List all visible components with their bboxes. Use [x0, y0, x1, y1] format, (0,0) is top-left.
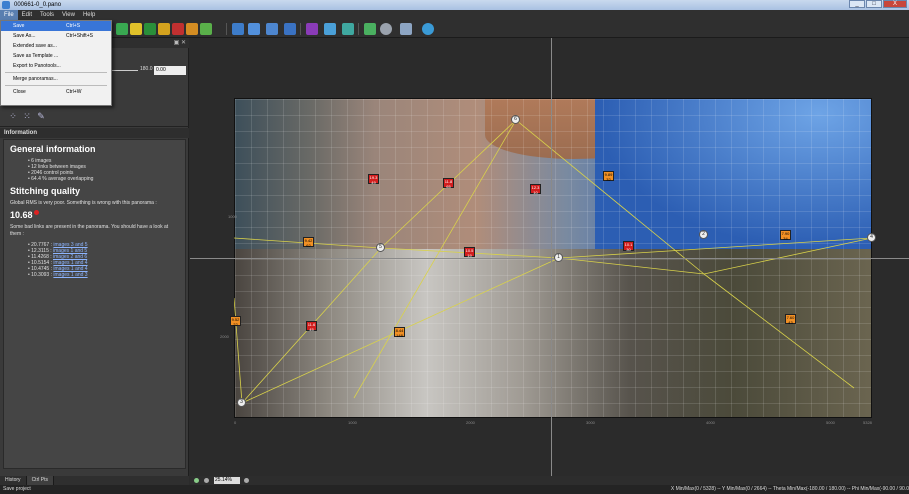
slider-value: 180.0: [140, 66, 153, 72]
link-label[interactable]: 9.52 22: [230, 316, 241, 327]
title-bar: 000661-0_0.pano _ □ X: [0, 0, 909, 10]
x-axis-label: 5328: [863, 420, 872, 425]
vertical-icon[interactable]: [186, 23, 198, 35]
zoom-out-icon[interactable]: [204, 478, 209, 483]
preview-icon[interactable]: [306, 23, 318, 35]
wrench-icon[interactable]: [400, 23, 412, 35]
globe-icon[interactable]: [284, 23, 296, 35]
zoom-input[interactable]: 25.14%: [214, 477, 240, 484]
menu-tools[interactable]: Tools: [36, 10, 58, 20]
expand-icon[interactable]: [248, 23, 260, 35]
list-item: 10.3093 : images 1 and 3: [28, 272, 179, 278]
link-label[interactable]: 12.3 10: [530, 184, 541, 195]
maximize-button[interactable]: □: [866, 0, 882, 8]
wrench-icon[interactable]: ✎: [36, 111, 46, 121]
stitch-title: Stitching quality: [10, 186, 81, 196]
straighten-icon[interactable]: [172, 23, 184, 35]
general-title: General information: [10, 144, 96, 154]
control-point[interactable]: 6: [511, 115, 520, 124]
control-point[interactable]: 4: [867, 233, 876, 242]
status-text: Save project: [3, 486, 31, 492]
status-bar: Save project X Min/Max(0 / 5328) -- Y Mi…: [0, 485, 909, 494]
slider-input[interactable]: 0.00: [154, 66, 186, 75]
horizontal-icon[interactable]: [200, 23, 212, 35]
menu-view[interactable]: View: [58, 10, 79, 20]
x-axis-label: 4000: [706, 420, 715, 425]
file-menu-dropdown: Save Ctrl+S Save As... Ctrl+Shift+S Extend…: [0, 20, 112, 106]
layers-icon[interactable]: [342, 23, 354, 35]
control-point[interactable]: 3: [237, 398, 246, 407]
link-label[interactable]: 7.90 34: [780, 230, 791, 241]
panorama-canvas[interactable]: 1000 2000 0 1000 2000 3000 4000 5000 532…: [190, 38, 909, 476]
menu-file[interactable]: File: [0, 10, 18, 20]
link-label[interactable]: 9.42 62: [303, 237, 314, 248]
menu-item-extended-save-as[interactable]: Extended save as...: [1, 41, 111, 51]
general-list: 6 images 12 links between images 2046 co…: [28, 158, 179, 182]
tab-ctrl-pts[interactable]: Ctrl Pts: [26, 476, 54, 485]
zoom-in-icon[interactable]: [244, 478, 249, 483]
rms-value: 10.68: [10, 210, 33, 220]
x-axis-label: 5000: [826, 420, 835, 425]
menu-item-save[interactable]: Save Ctrl+S: [1, 21, 111, 31]
menu-bar: File Edit Tools View Help: [0, 10, 909, 20]
color-icon[interactable]: [324, 23, 336, 35]
menu-item-export-panotools[interactable]: Export to Panotools...: [1, 61, 111, 71]
info-box: General information 6 images 12 links be…: [3, 139, 186, 469]
link-label[interactable]: 9.89 32: [603, 171, 614, 182]
x-axis-label: 2000: [466, 420, 475, 425]
link-label[interactable]: 19.3 49: [368, 174, 379, 185]
align-icon[interactable]: ⁙: [22, 111, 32, 121]
crop-icon[interactable]: [130, 23, 142, 35]
select-icon[interactable]: [232, 23, 244, 35]
x-axis-label: 0: [234, 420, 237, 425]
link-label[interactable]: 7.60 43: [785, 314, 796, 325]
minimize-button[interactable]: _: [849, 0, 865, 8]
close-button[interactable]: X: [883, 0, 907, 8]
control-point[interactable]: 2: [699, 230, 708, 239]
window-title: 000661-0_0.pano: [14, 2, 62, 8]
zoom-icon[interactable]: [364, 23, 376, 35]
fov-slider[interactable]: 180.0 0.00: [112, 66, 187, 75]
control-point[interactable]: 1: [554, 253, 563, 262]
zoom-bar: 25.14%: [190, 476, 909, 485]
y-axis-label: 2000: [220, 334, 229, 339]
toolbar: [0, 20, 909, 38]
zoom-fit-icon[interactable]: [194, 478, 199, 483]
menu-item-save-as-template[interactable]: Save as Template ...: [1, 51, 111, 61]
link-images[interactable]: images 1 and 3: [53, 272, 87, 278]
coords-readout: X Min/Max(0 / 5328) -- Y Min/Max(0 / 266…: [670, 486, 909, 492]
x-axis-label: 3000: [586, 420, 595, 425]
link-label[interactable]: 10.5 19: [464, 247, 475, 258]
menu-help[interactable]: Help: [79, 10, 99, 20]
link-label[interactable]: 8.44 148: [394, 327, 405, 338]
bad-links-text: Some bad links are present in the panora…: [10, 224, 169, 237]
fit-icon[interactable]: [158, 23, 170, 35]
y-axis-label: 1000: [228, 214, 237, 219]
link-label[interactable]: 10.1 30: [623, 241, 634, 252]
info-header: Information: [0, 128, 189, 138]
bottom-tabs: History Ctrl Pts: [0, 476, 189, 485]
control-point[interactable]: 5: [376, 243, 385, 252]
app-icon: [2, 1, 10, 9]
link-label[interactable]: 11.6 45: [306, 321, 317, 332]
bad-links-list: 20.7767 : images 3 and 5 12.3115 : image…: [28, 242, 179, 278]
optimize-icon[interactable]: ⁘: [8, 111, 18, 121]
menu-item-save-as[interactable]: Save As... Ctrl+Shift+S: [1, 31, 111, 41]
fullscreen-icon[interactable]: [266, 23, 278, 35]
rms-text: Global RMS is very poor. Something is wr…: [10, 200, 157, 206]
menu-edit[interactable]: Edit: [18, 10, 36, 20]
x-axis-label: 1000: [348, 420, 357, 425]
help-icon[interactable]: [422, 23, 434, 35]
list-item: 64.4 % average overlapping: [28, 176, 179, 182]
center-icon[interactable]: [144, 23, 156, 35]
link-label[interactable]: 11.8 65: [443, 178, 454, 189]
warning-icon: [33, 210, 39, 215]
menu-item-merge-panoramas[interactable]: Merge panoramas...: [1, 74, 111, 84]
tab-history[interactable]: History: [0, 476, 27, 485]
move-icon[interactable]: [116, 23, 128, 35]
gear-icon[interactable]: [380, 23, 392, 35]
panel-close-icon[interactable]: ▣ ✕: [174, 38, 186, 48]
menu-item-close[interactable]: Close Ctrl+W: [1, 87, 111, 97]
